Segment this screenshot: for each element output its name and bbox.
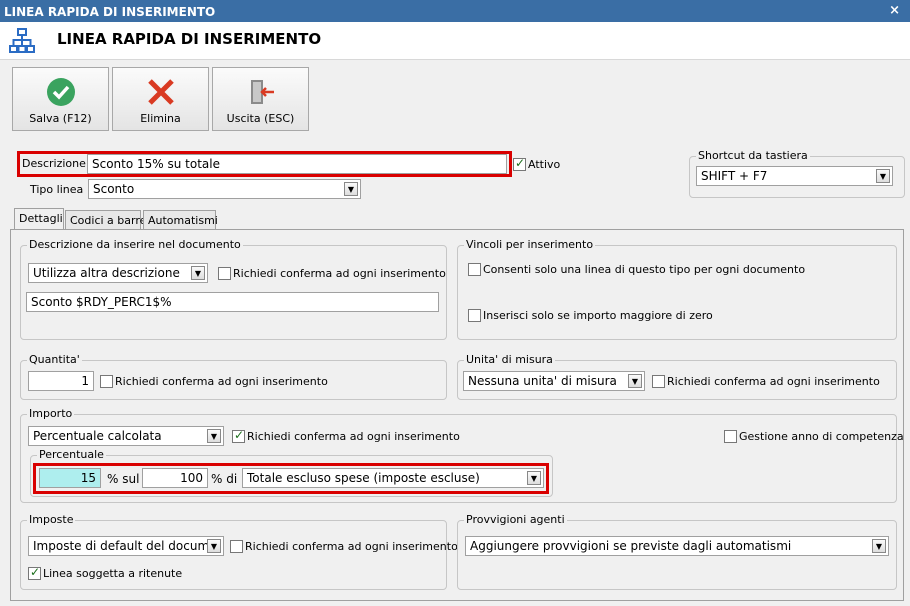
chevron-down-icon: ▼ — [191, 266, 205, 280]
imposte-title: Imposte — [27, 513, 76, 526]
chevron-down-icon: ▼ — [344, 182, 358, 196]
percentuale-title: Percentuale — [37, 448, 106, 461]
shortcut-group-title: Shortcut da tastiera — [696, 149, 810, 162]
descrizione-label: Descrizione : — [22, 157, 94, 170]
tipo-linea-value: Sconto — [93, 182, 135, 196]
provvigioni-title: Provvigioni agenti — [464, 513, 567, 526]
exit-button[interactable]: Uscita (ESC) — [212, 67, 309, 131]
unita-select[interactable]: Nessuna unita' di misura ▼ — [463, 371, 645, 391]
percentuale-field[interactable]: 15 — [39, 468, 101, 488]
chevron-down-icon: ▼ — [527, 471, 541, 485]
descrizione-confirm-label: Richiedi conferma ad ogni inserimento — [233, 267, 446, 280]
imposte-confirm-label: Richiedi conferma ad ogni inserimento — [245, 540, 458, 553]
imposte-select[interactable]: Imposte di default del docume ▼ — [28, 536, 224, 556]
vincoli-importo-label: Inserisci solo se importo maggiore di ze… — [483, 309, 713, 322]
ritenute-label: Linea soggetta a ritenute — [43, 567, 183, 580]
unita-confirm-label: Richiedi conferma ad ogni inserimento — [667, 375, 880, 388]
tab-automatismi[interactable]: Automatismi — [143, 210, 218, 230]
descrizione-mode-select[interactable]: Utilizza altra descrizione ▼ — [28, 263, 208, 283]
quantita-confirm-label: Richiedi conferma ad ogni inserimento — [115, 375, 328, 388]
imposte-value: Imposte di default del docume — [33, 539, 217, 553]
gestione-anno-label: Gestione anno di competenza — [739, 430, 904, 443]
descrizione-field[interactable]: Sconto 15% su totale — [87, 154, 507, 174]
chevron-down-icon: ▼ — [872, 539, 886, 553]
unita-value: Nessuna unita' di misura — [468, 374, 617, 388]
shortcut-select[interactable]: SHIFT + F7 ▼ — [696, 166, 893, 186]
tipo-linea-label: Tipo linea : — [30, 183, 91, 196]
exit-button-label: Uscita (ESC) — [226, 112, 295, 125]
provvigioni-select[interactable]: Aggiungere provvigioni se previste dagli… — [465, 536, 889, 556]
importo-title: Importo — [27, 407, 75, 420]
quantita-confirm-checkbox[interactable] — [100, 375, 113, 388]
perc-di-label: % di — [211, 472, 238, 486]
base-value-field[interactable]: 100 — [142, 468, 208, 488]
chevron-down-icon: ▼ — [207, 429, 221, 443]
vincoli-una-linea-checkbox[interactable] — [468, 263, 481, 276]
vincoli-importo-checkbox[interactable] — [468, 309, 481, 322]
base-select-value: Totale escluso spese (imposte escluse) — [247, 471, 480, 485]
tab-codici-a-barre[interactable]: Codici a barre — [65, 210, 146, 230]
gestione-anno-checkbox[interactable] — [724, 430, 737, 443]
provvigioni-value: Aggiungere provvigioni se previste dagli… — [470, 539, 792, 553]
delete-button-label: Elimina — [140, 112, 181, 125]
importo-confirm-label: Richiedi conferma ad ogni inserimento — [247, 430, 460, 443]
ritenute-checkbox[interactable] — [28, 565, 41, 580]
tab-dettagli[interactable]: Dettagli — [14, 208, 64, 230]
chevron-down-icon: ▼ — [876, 169, 890, 183]
perc-sul-label: % sul — [107, 472, 140, 486]
vincoli-group: Vincoli per inserimento — [457, 238, 897, 340]
page-title: LINEA RAPIDA DI INSERIMENTO — [57, 30, 322, 48]
delete-x-icon — [148, 79, 174, 105]
checkmark-icon — [47, 78, 75, 106]
descrizione-mode-value: Utilizza altra descrizione — [33, 266, 180, 280]
base-select[interactable]: Totale escluso spese (imposte escluse) ▼ — [242, 468, 544, 488]
window-title: LINEA RAPIDA DI INSERIMENTO — [4, 5, 216, 19]
tipo-linea-select[interactable]: Sconto ▼ — [88, 179, 361, 199]
attivo-label: Attivo — [528, 158, 561, 171]
hierarchy-icon — [9, 28, 35, 53]
save-button[interactable]: Salva (F12) — [12, 67, 109, 131]
importo-confirm-checkbox[interactable] — [232, 428, 245, 443]
delete-button[interactable]: Elimina — [112, 67, 209, 131]
descrizione-confirm-checkbox[interactable] — [218, 267, 231, 280]
window-titlebar: LINEA RAPIDA DI INSERIMENTO × — [0, 0, 910, 22]
unita-title: Unita' di misura — [464, 353, 555, 366]
save-button-label: Salva (F12) — [29, 112, 92, 125]
descrizione-text-field[interactable]: Sconto $RDY_PERC1$% — [26, 292, 439, 312]
vincoli-una-linea-label: Consenti solo una linea di questo tipo p… — [483, 263, 806, 276]
vincoli-title: Vincoli per inserimento — [464, 238, 596, 251]
close-icon[interactable]: × — [889, 3, 900, 18]
attivo-checkbox[interactable] — [513, 156, 526, 171]
unita-confirm-checkbox[interactable] — [652, 375, 665, 388]
descrizione-inserire-title: Descrizione da inserire nel documento — [27, 238, 243, 251]
chevron-down-icon: ▼ — [628, 374, 642, 388]
shortcut-value: SHIFT + F7 — [701, 169, 768, 183]
chevron-down-icon: ▼ — [207, 539, 221, 553]
importo-mode-value: Percentuale calcolata — [33, 429, 162, 443]
dialog-header: LINEA RAPIDA DI INSERIMENTO — [0, 22, 910, 60]
imposte-confirm-checkbox[interactable] — [230, 540, 243, 553]
quantita-title: Quantita' — [27, 353, 82, 366]
exit-door-icon — [251, 80, 274, 104]
importo-mode-select[interactable]: Percentuale calcolata ▼ — [28, 426, 224, 446]
quantita-field[interactable]: 1 — [28, 371, 94, 391]
